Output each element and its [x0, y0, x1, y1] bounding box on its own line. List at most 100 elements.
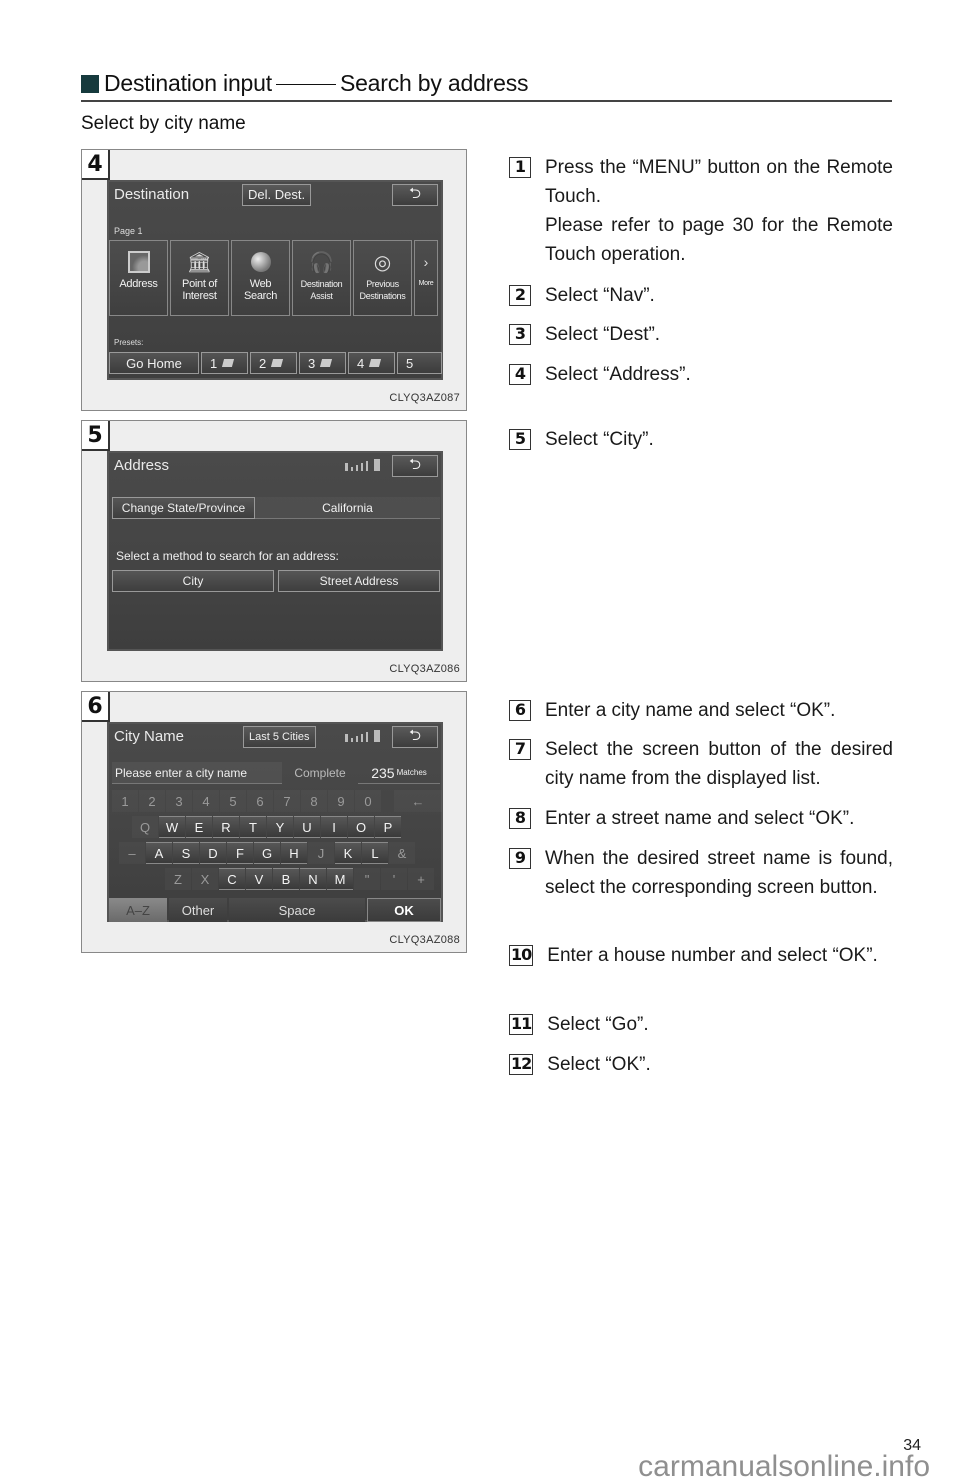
last-5-cities-button[interactable]: Last 5 Cities	[243, 726, 316, 748]
address-icon	[126, 249, 152, 275]
key-'[interactable]: '	[381, 868, 407, 890]
key-g[interactable]: G	[254, 842, 280, 864]
tile-previous-destinations[interactable]: ◎ Previous Destinations	[353, 240, 412, 316]
presets-row: Go Home 1 2 3 4 5	[109, 352, 442, 374]
step-text: Enter a house number and select “OK”.	[547, 941, 893, 970]
step-6: 6 Enter a city name and select “OK”.	[509, 696, 893, 725]
key-v[interactable]: V	[246, 868, 272, 890]
city-name-input[interactable]: Please enter a city name	[112, 762, 282, 784]
key-b[interactable]: B	[273, 868, 299, 890]
back-arrow-icon: ⮌	[408, 726, 421, 744]
step-2: 2 Select “Nav”.	[509, 281, 893, 310]
key-q[interactable]: Q	[132, 816, 158, 838]
step-text: Select “Dest”.	[545, 320, 893, 349]
city-button[interactable]: City	[112, 570, 274, 592]
step-line: Please refer to page 30 for the Remote T…	[545, 215, 893, 265]
del-dest-button[interactable]: Del. Dest.	[242, 184, 312, 206]
figure-address-screen: 5 Address ⮌ Change State/Province Califo…	[81, 420, 467, 682]
step-12: 12 Select “OK”.	[509, 1050, 893, 1079]
key-5[interactable]: 5	[220, 790, 246, 812]
key-a[interactable]: A	[146, 842, 172, 864]
key-0[interactable]: 0	[355, 790, 381, 812]
ok-button[interactable]: OK	[367, 898, 441, 922]
preset-3-button[interactable]: 3	[299, 352, 346, 374]
key-2[interactable]: 2	[139, 790, 165, 812]
tile-point-of-interest[interactable]: 🏛 Point of Interest	[170, 240, 229, 316]
key-+[interactable]: +	[408, 868, 434, 890]
key-s[interactable]: S	[173, 842, 199, 864]
backspace-key[interactable]: ←	[394, 790, 442, 812]
back-button[interactable]: ⮌	[392, 455, 438, 477]
key-e[interactable]: E	[186, 816, 212, 838]
key-d[interactable]: D	[200, 842, 226, 864]
signal-bar	[366, 461, 368, 471]
key-x[interactable]: X	[192, 868, 218, 890]
key-8[interactable]: 8	[301, 790, 327, 812]
key-–[interactable]: –	[119, 842, 145, 864]
key-w[interactable]: W	[159, 816, 185, 838]
preset-4-button[interactable]: 4	[348, 352, 395, 374]
other-button[interactable]: Other	[169, 898, 227, 922]
key-4[interactable]: 4	[193, 790, 219, 812]
key-c[interactable]: C	[219, 868, 245, 890]
back-button[interactable]: ⮌	[392, 726, 438, 748]
step-5: 5 Select “City”.	[509, 425, 893, 454]
a-z-button[interactable]: A–Z	[109, 898, 167, 922]
key-1[interactable]: 1	[112, 790, 138, 812]
step-text: When the desired street name is found, s…	[545, 844, 893, 902]
destination-assist-icon: 🎧	[309, 251, 334, 274]
preset-1-button[interactable]: 1	[201, 352, 248, 374]
status-icons	[345, 459, 380, 471]
key-n[interactable]: N	[300, 868, 326, 890]
back-button[interactable]: ⮌	[392, 184, 438, 206]
key-h[interactable]: H	[281, 842, 307, 864]
key-z[interactable]: Z	[165, 868, 191, 890]
step-number-badge: 11	[509, 1014, 534, 1035]
complete-button[interactable]: Complete	[282, 762, 358, 784]
change-state-province-button[interactable]: Change State/Province	[112, 497, 255, 519]
tile-destination-assist[interactable]: 🎧 Destination Assist	[292, 240, 351, 316]
tile-address[interactable]: Address	[109, 240, 168, 316]
preset-2-button[interactable]: 2	[250, 352, 297, 374]
key-9[interactable]: 9	[328, 790, 354, 812]
tile-more[interactable]: › More	[414, 240, 438, 316]
key-6[interactable]: 6	[247, 790, 273, 812]
step-10: 10 Enter a house number and select “OK”.	[509, 941, 893, 970]
key-7[interactable]: 7	[274, 790, 300, 812]
key-o[interactable]: O	[348, 816, 374, 838]
key-u[interactable]: U	[294, 816, 320, 838]
key-y[interactable]: Y	[267, 816, 293, 838]
matches-number: 235	[371, 764, 395, 781]
preset-go-home-button[interactable]: Go Home	[109, 352, 199, 374]
section-title: Destination input	[104, 69, 272, 96]
key-t[interactable]: T	[240, 816, 266, 838]
destination-screen: Destination Del. Dest. ⮌ Page 1 Address …	[107, 180, 443, 380]
step-text: Select “City”.	[545, 425, 893, 454]
key-i[interactable]: I	[321, 816, 347, 838]
key-p[interactable]: P	[375, 816, 401, 838]
key-l[interactable]: L	[362, 842, 388, 864]
street-address-button[interactable]: Street Address	[278, 570, 440, 592]
tile-web-search[interactable]: Web Search	[231, 240, 290, 316]
key-f[interactable]: F	[227, 842, 253, 864]
step-text: Press the “MENU” button on the Remote To…	[545, 153, 893, 269]
key-j[interactable]: J	[308, 842, 334, 864]
matches-label: Matches	[396, 768, 427, 777]
battery-icon	[374, 459, 380, 471]
figure-step-badge: 5	[82, 421, 110, 451]
preset-5-button[interactable]: 5	[397, 352, 442, 374]
step-9: 9 When the desired street name is found, …	[509, 844, 893, 902]
space-button[interactable]: Space	[229, 898, 365, 922]
key-"[interactable]: "	[354, 868, 380, 890]
step-line: Select “Nav”.	[545, 285, 655, 306]
key-k[interactable]: K	[335, 842, 361, 864]
step-line: Enter a street name and select “OK”.	[545, 808, 855, 829]
key-3[interactable]: 3	[166, 790, 192, 812]
key-r[interactable]: R	[213, 816, 239, 838]
section-marker-icon	[81, 75, 99, 93]
key-&[interactable]: &	[389, 842, 415, 864]
figure-city-name-screen: 6 City Name Last 5 Cities ⮌ Please enter…	[81, 691, 467, 953]
key-m[interactable]: M	[327, 868, 353, 890]
step-line: Select “OK”.	[547, 1054, 651, 1075]
point-of-interest-icon: 🏛	[186, 251, 213, 274]
